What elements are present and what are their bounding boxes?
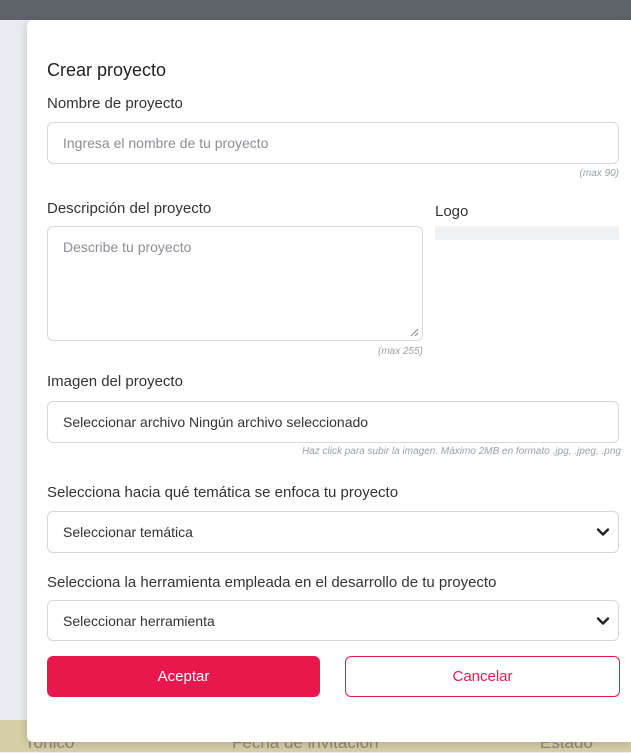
project-description-textarea[interactable]: Describe tu proyecto [47,226,423,341]
resize-grip-icon[interactable] [410,328,419,337]
project-image-hint: Haz click para subir la imagen. Máximo 2… [301,446,621,457]
project-image-label: Imagen del proyecto [47,373,183,390]
tool-select[interactable]: Seleccionar herramienta [47,600,619,641]
cancel-button[interactable]: Cancelar [345,656,620,697]
logo-upload-area[interactable] [435,226,619,240]
project-description-placeholder: Describe tu proyecto [63,239,192,255]
theme-label: Selecciona hacia qué temática se enfoca … [47,484,399,501]
chevron-down-icon [596,528,610,536]
accept-button[interactable]: Aceptar [47,656,320,697]
tool-label: Selecciona la herramienta empleada en el… [47,574,497,591]
theme-select[interactable]: Seleccionar temática [47,511,619,553]
create-project-modal: Crear proyecto Nombre de proyecto Ingres… [27,20,631,742]
logo-label: Logo [435,203,469,220]
project-name-label: Nombre de proyecto [47,95,183,112]
project-description-label: Descripción del proyecto [47,200,212,217]
file-input-text: Seleccionar archivo Ningún archivo selec… [63,414,369,430]
project-name-input[interactable]: Ingresa el nombre de tu proyecto [47,122,619,164]
chevron-down-icon [596,616,610,625]
project-description-hint: (max 255) [377,346,423,357]
project-name-placeholder: Ingresa el nombre de tu proyecto [63,135,269,151]
tool-selected-value: Seleccionar herramienta [63,612,215,629]
project-image-file-input[interactable]: Seleccionar archivo Ningún archivo selec… [47,401,619,443]
modal-title: Crear proyecto [47,60,167,80]
project-name-hint: (max 90) [579,168,619,179]
theme-selected-value: Seleccionar temática [63,524,193,540]
backdrop-header [0,0,631,20]
